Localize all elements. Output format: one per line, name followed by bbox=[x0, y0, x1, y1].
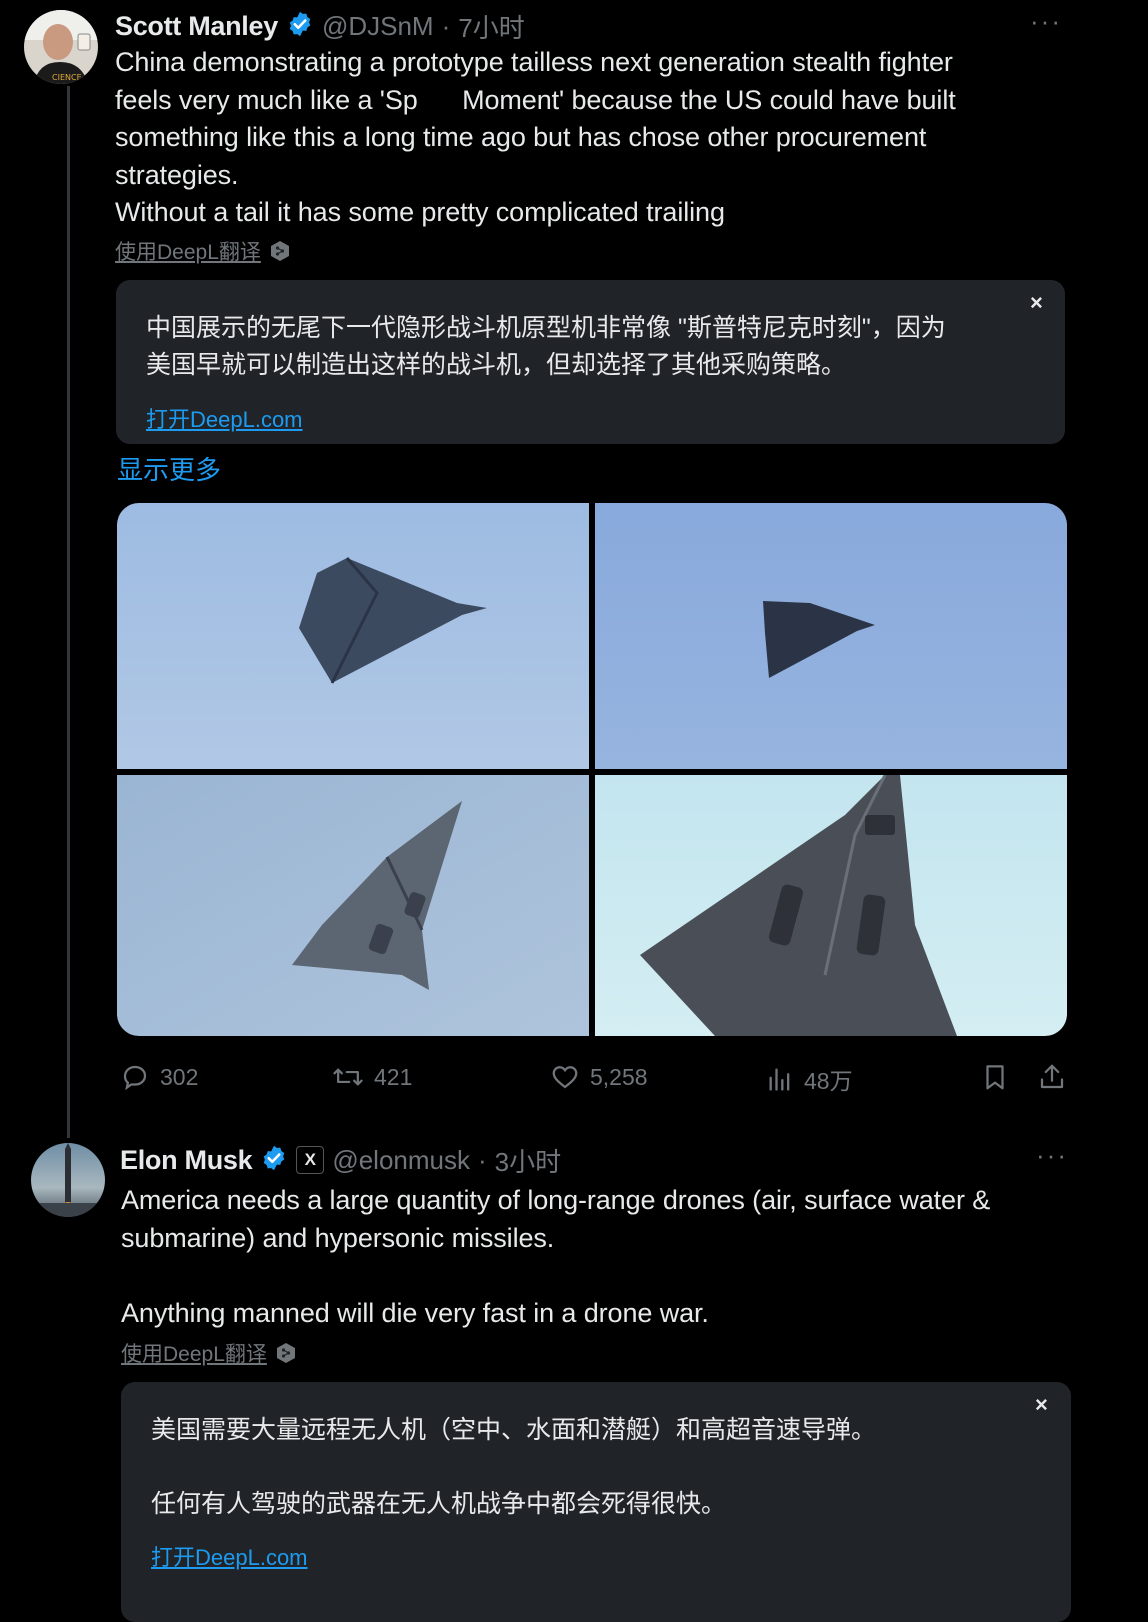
view-count: 48万 bbox=[804, 1068, 853, 1094]
open-deepl-link[interactable]: 打开DeepL.com bbox=[151, 1540, 308, 1572]
media-image-3[interactable] bbox=[117, 775, 589, 1036]
bookmark-icon bbox=[986, 1065, 1004, 1090]
translation-line: 中国展示的无尾下一代隐形战斗机原型机非常像 "斯普特尼克时刻"，因为 bbox=[146, 314, 946, 342]
verified-badge-icon bbox=[286, 10, 314, 43]
rocket-avatar-icon bbox=[31, 1143, 105, 1217]
x-affiliate-badge-icon: X bbox=[296, 1146, 325, 1174]
translate-row: 使用DeepL翻译 bbox=[115, 236, 291, 266]
retweet-button[interactable]: 421 bbox=[332, 1062, 412, 1092]
tweet-text-line bbox=[121, 1257, 1121, 1295]
tweet-text-line: Without a tail it has some pretty compli… bbox=[115, 197, 725, 227]
translation-card: 中国展示的无尾下一代隐形战斗机原型机非常像 "斯普特尼克时刻"，因为 美国早就可… bbox=[116, 280, 1065, 444]
affiliate-badge-label: X bbox=[304, 1150, 316, 1169]
reply-count: 302 bbox=[160, 1063, 199, 1090]
tweet-text-line: China demonstrating a prototype tailless… bbox=[115, 47, 953, 77]
meta-separator: · bbox=[478, 1144, 487, 1175]
tweet-text-line: Anything manned will die very fast in a … bbox=[121, 1297, 709, 1328]
reply-icon bbox=[123, 1065, 147, 1091]
author-name[interactable]: Elon Musk bbox=[120, 1145, 253, 1176]
tailless-fighter-photo-icon bbox=[117, 503, 589, 769]
translation-line bbox=[151, 1449, 1031, 1486]
more-options-icon[interactable]: ··· bbox=[1030, 6, 1062, 37]
tweet-text-line: America needs a large quantity of long-r… bbox=[121, 1185, 991, 1215]
close-translation-icon[interactable]: × bbox=[1035, 1392, 1048, 1418]
tweet-header: Elon Musk X @elonmusk · 3小时 bbox=[120, 1142, 561, 1178]
tweet-timestamp[interactable]: 7小时 bbox=[458, 8, 524, 45]
translate-link[interactable]: 使用DeepL翻译 bbox=[121, 1338, 267, 1368]
translation-line: 美国早就可以制造出这样的战斗机，但却选择了其他采购策略。 bbox=[146, 351, 847, 379]
media-image-2[interactable] bbox=[595, 503, 1067, 769]
tweet-text-line: feels very much like a 'Sp Moment' becau… bbox=[115, 84, 956, 115]
tweet-header: Scott Manley @DJSnM · 7小时 bbox=[115, 8, 525, 44]
avatar[interactable]: CIENCE bbox=[24, 10, 98, 84]
tweet-text-line: strategies. bbox=[115, 159, 239, 190]
tailless-fighter-photo-icon bbox=[595, 775, 1067, 1036]
retweet-count: 421 bbox=[374, 1063, 413, 1090]
deepl-icon bbox=[269, 240, 291, 262]
thread-connector-line bbox=[67, 86, 70, 1138]
reply-button[interactable]: 302 bbox=[120, 1062, 198, 1092]
avatar[interactable] bbox=[31, 1143, 105, 1217]
tweet-text: China demonstrating a prototype tailless… bbox=[115, 44, 1115, 232]
translation-line: 美国需要大量远程无人机（空中、水面和潜艇）和高超音速导弹。 bbox=[151, 1416, 877, 1444]
close-translation-icon[interactable]: × bbox=[1030, 290, 1043, 316]
author-handle[interactable]: @elonmusk bbox=[332, 1145, 470, 1176]
media-grid bbox=[117, 503, 1067, 1036]
share-icon bbox=[1040, 1064, 1064, 1089]
media-image-1[interactable] bbox=[117, 503, 589, 769]
analytics-icon bbox=[769, 1068, 790, 1091]
tweet-text: America needs a large quantity of long-r… bbox=[121, 1182, 1121, 1332]
like-count: 5,258 bbox=[590, 1063, 648, 1090]
bookmark-button[interactable] bbox=[980, 1062, 1010, 1097]
author-name[interactable]: Scott Manley bbox=[115, 11, 278, 42]
media-image-4[interactable] bbox=[595, 775, 1067, 1036]
tweet-text-line: something like this a long time ago but … bbox=[115, 122, 927, 152]
share-button[interactable] bbox=[1037, 1062, 1067, 1097]
translate-row: 使用DeepL翻译 bbox=[121, 1338, 297, 1368]
heart-icon bbox=[552, 1066, 578, 1089]
more-options-icon[interactable]: ··· bbox=[1036, 1140, 1068, 1171]
retweet-icon bbox=[333, 1068, 363, 1086]
like-button[interactable]: 5,258 bbox=[550, 1062, 648, 1092]
views-button[interactable]: 48万 bbox=[766, 1062, 853, 1096]
translation-line: 任何有人驾驶的武器在无人机战争中都会死得很快。 bbox=[151, 1490, 727, 1518]
tailless-fighter-photo-icon bbox=[117, 775, 589, 1036]
svg-text:CIENCE: CIENCE bbox=[52, 73, 82, 82]
show-more-link[interactable]: 显示更多 bbox=[117, 450, 221, 487]
tweet-timestamp[interactable]: 3小时 bbox=[495, 1142, 561, 1179]
translate-link[interactable]: 使用DeepL翻译 bbox=[115, 236, 261, 266]
deepl-icon bbox=[275, 1342, 297, 1364]
tailless-fighter-photo-icon bbox=[595, 503, 1067, 769]
verified-badge-icon bbox=[260, 1144, 288, 1177]
open-deepl-link[interactable]: 打开DeepL.com bbox=[146, 402, 303, 434]
person-avatar-icon: CIENCE bbox=[24, 10, 98, 84]
translation-card: 美国需要大量远程无人机（空中、水面和潜艇）和高超音速导弹。 任何有人驾驶的武器在… bbox=[121, 1382, 1071, 1622]
author-handle[interactable]: @DJSnM bbox=[322, 11, 434, 42]
meta-separator: · bbox=[441, 10, 451, 41]
tweet-text-line: submarine) and hypersonic missiles. bbox=[121, 1222, 555, 1253]
